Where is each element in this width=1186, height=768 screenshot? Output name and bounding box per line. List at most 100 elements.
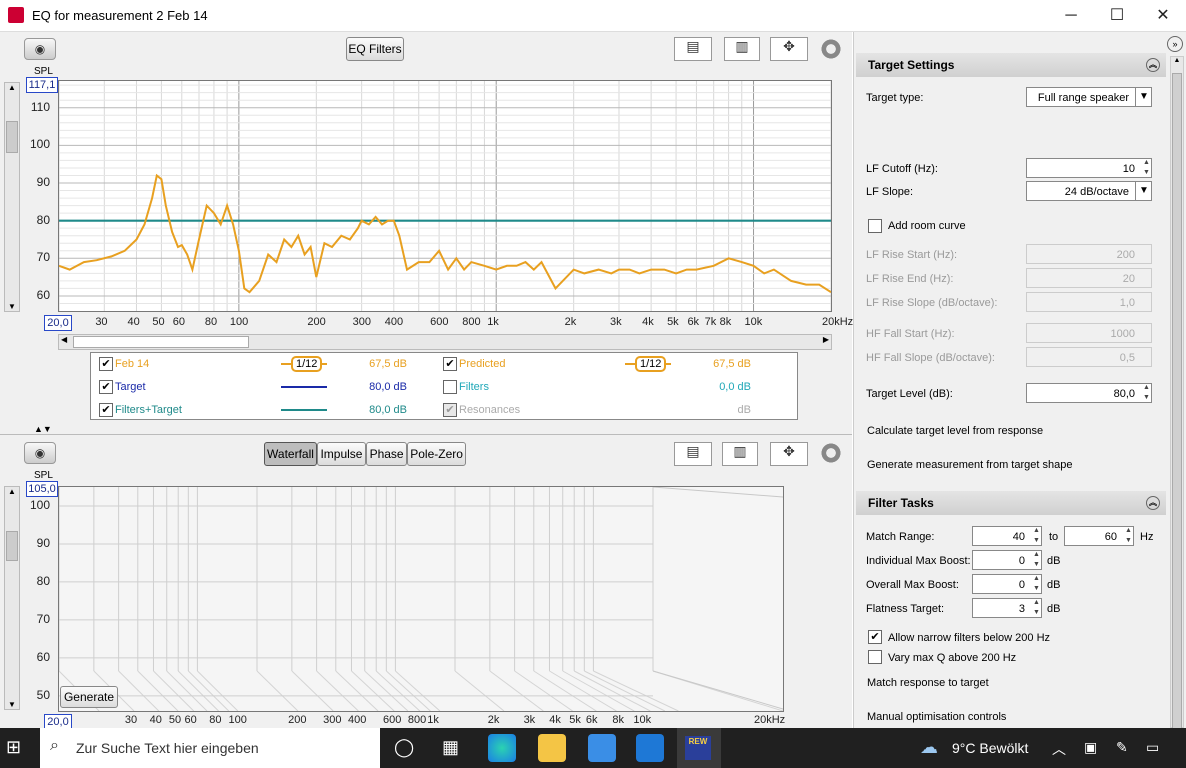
minimize-button[interactable]: ─ bbox=[1048, 0, 1094, 31]
y-tick-label: 70 bbox=[36, 611, 50, 626]
tab-waterfall[interactable]: Waterfall bbox=[264, 442, 317, 466]
waterfall-plot[interactable] bbox=[58, 486, 784, 712]
x-tick-label: 7k bbox=[704, 316, 717, 328]
target-level-spinner[interactable]: ▲ ▼ bbox=[1141, 383, 1152, 403]
legend-checkbox[interactable]: ✔ bbox=[99, 357, 113, 371]
chevron-down-icon[interactable]: ▼ bbox=[1135, 181, 1152, 201]
move-arrows-icon[interactable]: ✥ bbox=[770, 37, 808, 61]
y-tick-label: 80 bbox=[36, 573, 50, 588]
rew-app-button[interactable]: REW bbox=[677, 728, 721, 768]
meet-now-icon[interactable]: ▣ bbox=[1084, 739, 1097, 756]
legend-checkbox[interactable] bbox=[443, 380, 457, 394]
frequency-response-plot[interactable] bbox=[58, 80, 832, 312]
target-settings-header[interactable]: Target Settings ︽ bbox=[856, 53, 1166, 77]
chevron-down-icon[interactable]: ▼ bbox=[1135, 87, 1152, 107]
flatness-target-label: Flatness Target: bbox=[866, 603, 945, 615]
lf-cutoff-field[interactable]: 10 bbox=[1026, 158, 1152, 178]
smoothing-badge[interactable]: 1/12 bbox=[635, 356, 667, 372]
grid-line bbox=[187, 670, 230, 711]
allow-narrow-filters-checkbox[interactable]: ✔ bbox=[868, 630, 882, 644]
match-to-spinner[interactable]: ▲ ▼ bbox=[1123, 526, 1134, 546]
vertical-scrollbar[interactable]: ▲ ▼ bbox=[4, 82, 20, 312]
x-tick-label: 30 bbox=[95, 316, 108, 328]
camera-icon-bottom[interactable]: ◉ bbox=[24, 442, 56, 464]
match-response-button[interactable]: Match response to target bbox=[867, 677, 989, 689]
generate-button[interactable]: Generate bbox=[60, 686, 118, 708]
collapse-panel-icon[interactable]: » bbox=[1167, 36, 1183, 52]
match-from-spinner[interactable]: ▲ ▼ bbox=[1031, 526, 1042, 546]
settings-scrollbar[interactable]: ▲ bbox=[1170, 56, 1184, 735]
tab-phase[interactable]: Phase bbox=[365, 442, 408, 466]
x-tick-label: 300 bbox=[352, 316, 371, 328]
task-view-icon[interactable]: ◯ bbox=[394, 737, 414, 758]
settings-gear-icon[interactable] bbox=[820, 38, 842, 60]
vary-max-q-checkbox[interactable] bbox=[868, 650, 882, 664]
move-arrows-icon-bottom[interactable]: ✥ bbox=[770, 442, 808, 466]
filter-tasks-title: Filter Tasks bbox=[868, 496, 934, 510]
split-handle[interactable]: ▲▼ bbox=[34, 424, 52, 434]
flatness-spinner[interactable]: ▲ ▼ bbox=[1031, 598, 1042, 618]
show-hidden-icons-icon[interactable]: ︿ bbox=[1052, 739, 1066, 759]
x-tick-label: 6k bbox=[687, 316, 700, 328]
db-unit-label: dB bbox=[1047, 555, 1061, 567]
controls-panel-icon[interactable]: ▤ bbox=[674, 37, 712, 61]
layout-icon-bottom[interactable]: ▥ bbox=[722, 442, 758, 466]
pen-icon[interactable]: ✎ bbox=[1116, 739, 1128, 756]
widgets-icon[interactable]: ▦ bbox=[442, 737, 459, 758]
overall-boost-spinner[interactable]: ▲ ▼ bbox=[1031, 574, 1042, 594]
edge-browser-icon[interactable] bbox=[488, 734, 516, 762]
generate-measurement-button[interactable]: Generate measurement from target shape bbox=[867, 459, 1072, 471]
tab-pole-zero[interactable]: Pole-Zero bbox=[407, 442, 466, 466]
target-type-select[interactable]: Full range speaker bbox=[1026, 87, 1152, 107]
settings-gear-icon-bottom[interactable] bbox=[820, 442, 842, 464]
layout-icon[interactable]: ▥ bbox=[724, 37, 760, 61]
grid-line bbox=[166, 670, 208, 711]
tab-impulse[interactable]: Impulse bbox=[316, 442, 366, 466]
x-tick-label: 4k bbox=[642, 316, 654, 328]
add-room-curve-checkbox[interactable] bbox=[868, 219, 882, 233]
target-level-label: Target Level (dB): bbox=[866, 388, 953, 400]
horizontal-scrollbar[interactable]: ◀ ▶ bbox=[58, 334, 832, 350]
weather-text[interactable]: 9°C Bewölkt bbox=[952, 740, 1028, 756]
controls-panel-icon-bottom[interactable]: ▤ bbox=[674, 442, 712, 466]
legend-checkbox[interactable]: ✔ bbox=[443, 357, 457, 371]
camera-icon[interactable]: ◉ bbox=[24, 38, 56, 60]
manual-optimisation-button[interactable]: Manual optimisation controls bbox=[867, 711, 1006, 723]
app-icon bbox=[8, 7, 24, 23]
target-settings-title: Target Settings bbox=[868, 58, 955, 72]
file-explorer-icon[interactable] bbox=[538, 734, 566, 762]
mail-icon[interactable] bbox=[636, 734, 664, 762]
legend-checkbox[interactable]: ✔ bbox=[99, 380, 113, 394]
x-tick-label: 10k bbox=[633, 714, 652, 726]
close-button[interactable]: ✕ bbox=[1140, 0, 1186, 31]
collapse-icon[interactable]: ︽ bbox=[1146, 58, 1160, 72]
add-room-curve-label: Add room curve bbox=[888, 220, 966, 232]
y-tick-label: 90 bbox=[36, 175, 50, 189]
db-unit-label: dB bbox=[1047, 579, 1061, 591]
legend-checkbox[interactable]: ✔ bbox=[99, 403, 113, 417]
lf-slope-select[interactable]: 24 dB/octave bbox=[1026, 181, 1152, 201]
ind-boost-spinner[interactable]: ▲ ▼ bbox=[1031, 550, 1042, 570]
windows-start-icon[interactable]: ⊞ bbox=[6, 737, 21, 758]
vertical-scrollbar-bottom[interactable]: ▲ ▼ bbox=[4, 486, 20, 710]
hf-fall-slope-field: 0,5 bbox=[1026, 347, 1152, 367]
taskbar-search[interactable]: ⌕ Zur Suche Text hier eingeben bbox=[40, 728, 380, 768]
target-level-field[interactable]: 80,0 bbox=[1026, 383, 1152, 403]
smoothing-badge[interactable]: 1/12 bbox=[291, 356, 323, 372]
x-tick-label: 5k bbox=[667, 316, 679, 328]
lf-cutoff-spinner[interactable]: ▲ ▼ bbox=[1141, 158, 1152, 178]
legend-checkbox[interactable]: ✔ bbox=[443, 403, 457, 417]
legend-line-swatch bbox=[281, 386, 327, 388]
maximize-button[interactable]: ☐ bbox=[1094, 0, 1140, 31]
collapse-icon[interactable]: ︽ bbox=[1146, 496, 1160, 510]
lf-cutoff-label: LF Cutoff (Hz): bbox=[866, 163, 938, 175]
eq-filters-button[interactable]: EQ Filters bbox=[346, 37, 404, 61]
grid-line bbox=[137, 670, 179, 711]
battery-icon[interactable]: ▭ bbox=[1146, 739, 1159, 756]
grid-line bbox=[291, 670, 334, 711]
filter-tasks-header[interactable]: Filter Tasks ︽ bbox=[856, 491, 1166, 515]
store-icon[interactable] bbox=[588, 734, 616, 762]
calc-target-level-button[interactable]: Calculate target level from response bbox=[867, 425, 1043, 437]
hz-label: Hz bbox=[1140, 531, 1154, 543]
match-range-label: Match Range: bbox=[866, 531, 935, 543]
